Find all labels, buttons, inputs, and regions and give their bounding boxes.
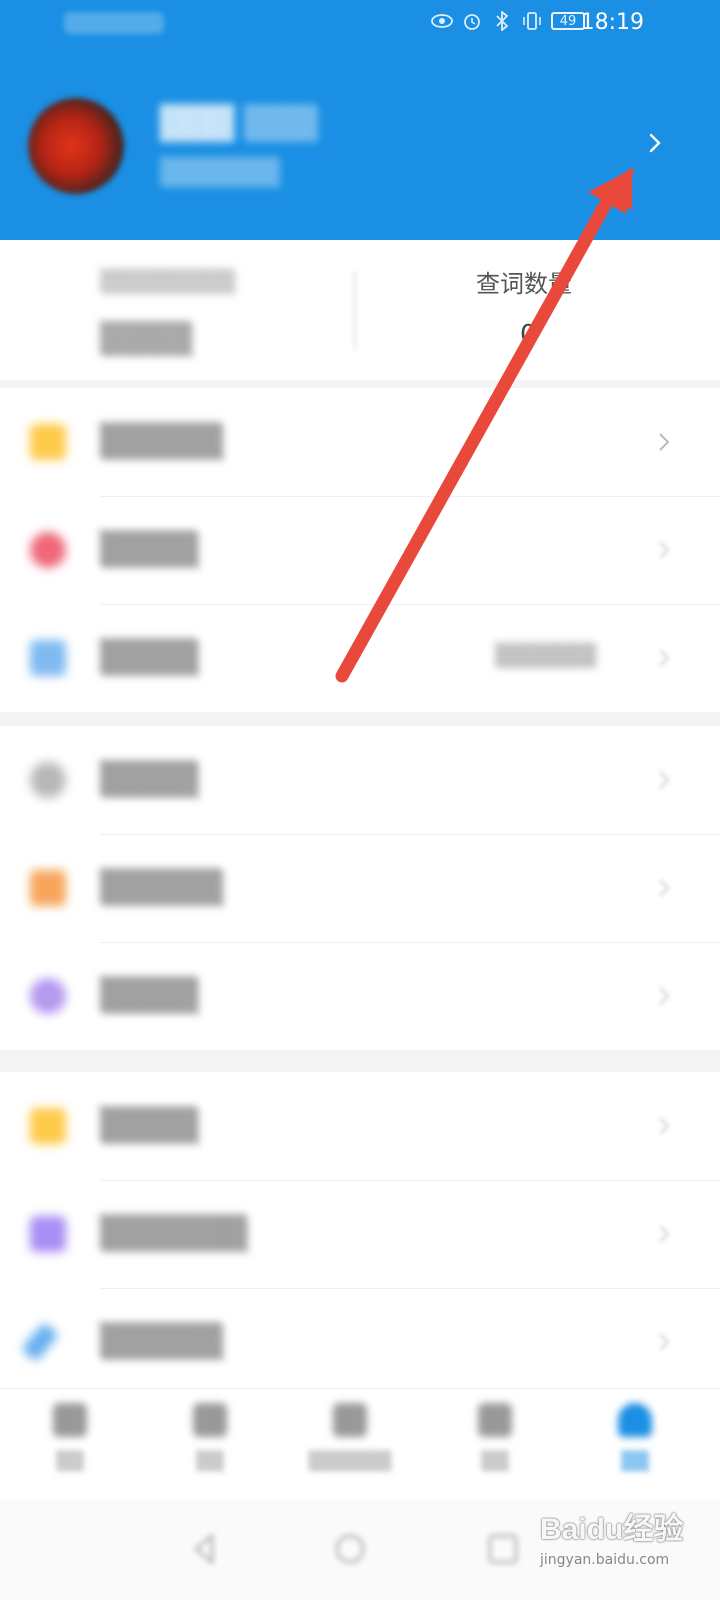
tab-label: ▒▒ [56,1451,84,1472]
home-button-icon[interactable] [333,1532,367,1566]
status-bar: 49 18:19 [0,0,720,48]
alarm-icon [461,10,483,32]
bottom-tab-bar: ▒▒ ▒▒ ▒▒▒▒▒▒ ▒▒ ▒▒ [0,1388,720,1501]
list-item[interactable]: ▒▒▒▒ ▒▒▒▒▒▒ [0,604,720,712]
tab-4[interactable]: ▒▒ [435,1403,555,1493]
speech-icon [30,978,66,1014]
menu-group-3: ▒▒▒▒ ▒▒▒▒▒▒ ▒▒▒▒▒ [0,1072,720,1388]
list-item-label: ▒▒▒▒ [100,638,199,676]
user-icon [618,1403,652,1437]
list-item[interactable]: ▒▒▒▒ [0,942,720,1050]
username: ███ ▒▒▒ [160,104,318,142]
chevron-right-icon [659,1333,670,1351]
chevron-right-icon [659,987,670,1005]
chevron-right-icon [659,433,670,451]
grid-icon [333,1403,367,1437]
bluetooth-icon [491,10,513,32]
pdf-icon [30,1216,66,1252]
eye-icon [431,10,453,32]
chevron-right-icon [659,649,670,667]
sync-button[interactable]: ▒▒▒▒ [100,322,192,357]
document-icon [193,1403,227,1437]
recents-icon[interactable] [486,1532,520,1566]
folder-icon [30,424,66,460]
chevron-right-icon[interactable] [640,126,670,160]
home-icon [53,1403,87,1437]
file-icon [30,1108,66,1144]
status-icons: 49 [431,10,585,32]
profile-header: 49 18:19 ███ ▒▒▒ ▒▒▒▒▒▒ [0,0,720,240]
apps-icon [478,1403,512,1437]
lookup-count-value: 0 [520,320,537,350]
menu-group-2: ▒▒▒▒ ▒▒▒▒▒ ▒▒▒▒ [0,726,720,1050]
list-item[interactable]: ▒▒▒▒ [0,1072,720,1180]
chevron-right-icon [659,1225,670,1243]
tab-label: ▒▒▒▒▒▒ [308,1451,392,1472]
tab-label: ▒▒ [621,1451,649,1472]
stats-divider [354,270,356,350]
tab-home[interactable]: ▒▒ [10,1403,130,1493]
baidu-watermark: Baidu经验 jingyan.baidu.com [540,1494,710,1584]
tab-label: ▒▒ [196,1451,224,1472]
chevron-right-icon [659,1117,670,1135]
list-item[interactable]: ▒▒▒▒▒▒ [0,1180,720,1288]
list-item-value: ▒▒▒▒▒▒ [495,644,597,669]
chevron-right-icon [659,771,670,789]
watermark-url: jingyan.baidu.com [540,1552,670,1568]
watermark-brand: Baidu经验 [540,1513,684,1546]
lookup-count-label: 查词数量 [476,270,572,298]
record-icon [30,532,66,568]
list-item[interactable]: ▒▒▒▒ [0,496,720,604]
back-icon[interactable] [188,1532,222,1566]
book-icon [30,640,66,676]
stats-panel [0,240,720,380]
list-item[interactable]: ▒▒▒▒ [0,726,720,834]
list-item-label: ▒▒▒▒▒▒ [100,1214,248,1252]
menu-group-1: ▒▒▒▒▒ ▒▒▒▒ ▒▒▒▒ ▒▒▒▒▒▒ [0,388,720,712]
carrier-info [64,12,164,34]
list-item-label: ▒▒▒▒▒ [100,1322,224,1360]
pen-icon [20,1321,60,1363]
list-item-label: ▒▒▒▒▒ [100,868,224,906]
palette-icon [30,870,66,906]
list-item[interactable]: ▒▒▒▒▒ [0,388,720,496]
list-item-label: ▒▒▒▒▒ [100,422,224,460]
tab-me[interactable]: ▒▒ [575,1403,695,1493]
chevron-right-icon [659,879,670,897]
list-item[interactable]: ▒▒▒▒▒ [0,1288,720,1388]
avatar[interactable] [28,98,124,194]
list-item-label: ▒▒▒▒ [100,530,199,568]
user-subtitle: ▒▒▒▒▒▒ [160,158,280,188]
tab-2[interactable]: ▒▒ [150,1403,270,1493]
chevron-right-icon [659,541,670,559]
clock: 18:19 [580,10,644,35]
gear-icon [30,762,66,798]
vibrate-icon [521,10,543,32]
tab-3[interactable]: ▒▒▒▒▒▒ [290,1403,410,1493]
tab-label: ▒▒ [481,1451,509,1472]
sync-caption: ▒▒▒▒▒▒▒▒ [100,270,236,295]
list-item-label: ▒▒▒▒ [100,976,199,1014]
list-item-label: ▒▒▒▒ [100,1106,199,1144]
list-item[interactable]: ▒▒▒▒▒ [0,834,720,942]
list-item-label: ▒▒▒▒ [100,760,199,798]
